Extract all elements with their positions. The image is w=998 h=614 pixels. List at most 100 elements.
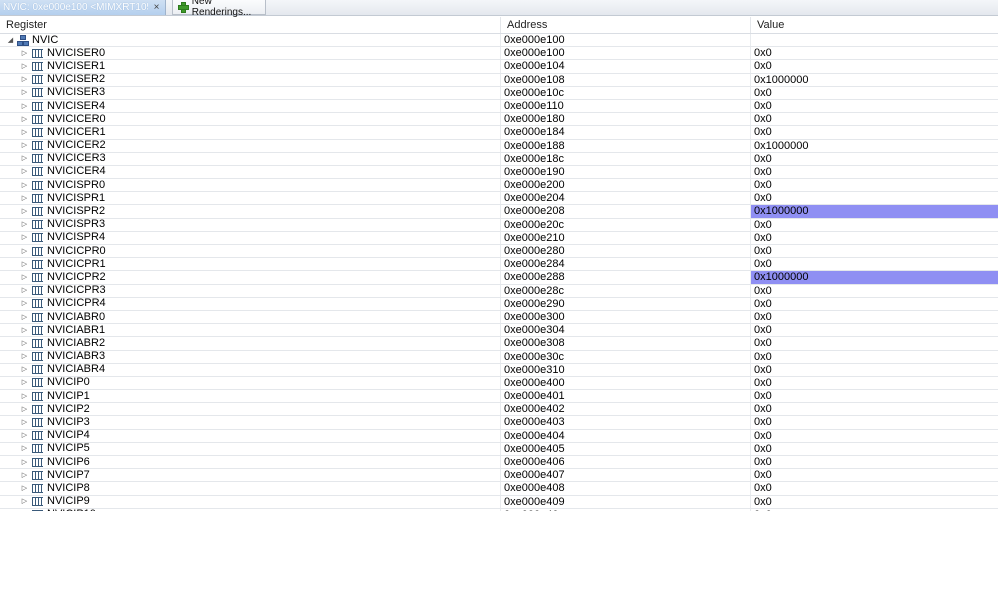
value-cell[interactable]: 0x0	[751, 47, 998, 59]
table-row[interactable]: ▷ NVICIABR0 0xe000e300 0x0	[0, 310, 998, 325]
expand-triangle-icon[interactable]: ▷	[20, 471, 29, 480]
table-row[interactable]: ▷ NVICIP8 0xe000e408 0x0	[0, 482, 998, 496]
value-cell[interactable]: 0x0	[751, 311, 998, 323]
expand-triangle-icon[interactable]: ▷	[20, 247, 29, 256]
expand-triangle-icon[interactable]: ▷	[20, 431, 29, 440]
expand-triangle-icon[interactable]: ▷	[20, 88, 29, 97]
expand-triangle-icon[interactable]: ▷	[20, 405, 29, 414]
value-cell[interactable]: 0x0	[751, 153, 998, 165]
expand-triangle-icon[interactable]: ▷	[20, 299, 29, 308]
table-row[interactable]: ▷ NVICIP1 0xe000e401 0x0	[0, 390, 998, 404]
table-row[interactable]: ▷ NVICICPR3 0xe000e28c 0x0	[0, 284, 998, 298]
value-cell[interactable]: 0x0	[751, 219, 998, 231]
table-row[interactable]: ▷ NVICISER2 0xe000e108 0x1000000	[0, 73, 998, 87]
expand-triangle-icon[interactable]: ▷	[20, 339, 29, 348]
value-cell[interactable]: 0x0	[751, 245, 998, 257]
column-header-register[interactable]: Register	[0, 17, 501, 33]
value-cell[interactable]: 0x0	[751, 496, 998, 508]
expand-triangle-icon[interactable]: ▷	[20, 62, 29, 71]
value-cell[interactable]: 0x0	[751, 377, 998, 389]
value-cell[interactable]: 0x0	[751, 351, 998, 363]
table-row[interactable]: ▷ NVICIABR3 0xe000e30c 0x0	[0, 350, 998, 364]
expand-triangle-icon[interactable]: ▷	[20, 378, 29, 387]
expand-triangle-icon[interactable]: ▷	[20, 365, 29, 374]
value-cell[interactable]: 0x1000000	[751, 74, 998, 86]
value-cell[interactable]: 0x0	[751, 285, 998, 297]
expand-triangle-icon[interactable]: ▷	[20, 444, 29, 453]
collapse-triangle-icon[interactable]: ◢	[6, 36, 15, 45]
table-row[interactable]: ▷ NVICIABR1 0xe000e304 0x0	[0, 324, 998, 338]
expand-triangle-icon[interactable]: ▷	[20, 128, 29, 137]
table-row[interactable]: ▷ NVICIP5 0xe000e405 0x0	[0, 442, 998, 456]
table-row[interactable]: ▷ NVICISER1 0xe000e104 0x0	[0, 60, 998, 74]
expand-triangle-icon[interactable]: ▷	[20, 207, 29, 216]
value-cell[interactable]: 0x0	[751, 192, 998, 204]
expand-triangle-icon[interactable]: ▷	[20, 167, 29, 176]
expand-triangle-icon[interactable]: ▷	[20, 233, 29, 242]
table-row[interactable]: ▷ NVICISER3 0xe000e10c 0x0	[0, 86, 998, 100]
column-header-address[interactable]: Address	[501, 17, 751, 33]
value-cell[interactable]: 0x0	[751, 324, 998, 336]
table-row[interactable]: ▷ NVICISER0 0xe000e100 0x0	[0, 47, 998, 61]
table-row[interactable]: ▷ NVICICER3 0xe000e18c 0x0	[0, 152, 998, 166]
table-row[interactable]: ▷ NVICIP6 0xe000e406 0x0	[0, 456, 998, 470]
expand-triangle-icon[interactable]: ▷	[20, 352, 29, 361]
expand-triangle-icon[interactable]: ▷	[20, 326, 29, 335]
table-row[interactable]: ▷ NVICIABR4 0xe000e310 0x0	[0, 363, 998, 377]
expand-triangle-icon[interactable]: ▷	[20, 273, 29, 282]
column-header-value[interactable]: Value	[751, 17, 998, 33]
expand-triangle-icon[interactable]: ▷	[20, 497, 29, 506]
expand-triangle-icon[interactable]: ▷	[20, 418, 29, 427]
table-row[interactable]: ▷ NVICISPR2 0xe000e208 0x1000000	[0, 205, 998, 219]
expand-triangle-icon[interactable]: ▷	[20, 194, 29, 203]
value-cell[interactable]: 0x0	[751, 364, 998, 376]
expand-triangle-icon[interactable]: ▷	[20, 458, 29, 467]
expand-triangle-icon[interactable]: ▷	[20, 75, 29, 84]
value-cell[interactable]: 0x0	[751, 443, 998, 455]
value-cell[interactable]: 0x0	[751, 482, 998, 494]
table-row[interactable]: ▷ NVICIP9 0xe000e409 0x0	[0, 495, 998, 509]
value-cell[interactable]: 0x0	[751, 416, 998, 428]
table-row[interactable]: ▷ NVICISER4 0xe000e110 0x0	[0, 99, 998, 114]
table-row[interactable]: ▷ NVICICER4 0xe000e190 0x0	[0, 165, 998, 180]
value-cell[interactable]: 0x0	[751, 113, 998, 125]
table-row[interactable]: ▷ NVICICER1 0xe000e184 0x0	[0, 126, 998, 140]
table-row[interactable]: ▷ NVICISPR4 0xe000e210 0x0	[0, 231, 998, 245]
close-icon[interactable]: ×	[151, 2, 162, 13]
value-cell[interactable]: 0x0	[751, 100, 998, 112]
table-row[interactable]: ▷ NVICISPR0 0xe000e200 0x0	[0, 179, 998, 193]
expand-triangle-icon[interactable]: ▷	[20, 154, 29, 163]
peripheral-row-nvic[interactable]: ◢ NVIC 0xe000e100	[0, 34, 998, 48]
expand-triangle-icon[interactable]: ▷	[20, 220, 29, 229]
expand-triangle-icon[interactable]: ▷	[20, 260, 29, 269]
table-row[interactable]: ▷ NVICICPR2 0xe000e288 0x1000000	[0, 271, 998, 285]
value-cell[interactable]: 0x0	[751, 403, 998, 415]
table-row[interactable]: ▷ NVICICER0 0xe000e180 0x0	[0, 113, 998, 127]
table-row[interactable]: ▷ NVICIP2 0xe000e402 0x0	[0, 403, 998, 417]
table-row[interactable]: ▷ NVICIP0 0xe000e400 0x0	[0, 376, 998, 391]
expand-triangle-icon[interactable]: ▷	[20, 49, 29, 58]
table-row[interactable]: ▷ NVICIP4 0xe000e404 0x0	[0, 429, 998, 443]
value-cell[interactable]: 0x1000000	[751, 205, 998, 218]
tab-nvic-rendering[interactable]: NVIC: 0xe000e100 <MIMXRT1052xxxxx> ×	[0, 0, 166, 15]
expand-triangle-icon[interactable]: ▷	[20, 115, 29, 124]
table-row[interactable]: ▷ NVICIP3 0xe000e403 0x0	[0, 416, 998, 430]
value-cell[interactable]: 0x0	[751, 179, 998, 191]
value-cell[interactable]: 0x0	[751, 166, 998, 178]
table-row[interactable]: ▷ NVICISPR3 0xe000e20c 0x0	[0, 218, 998, 232]
value-cell[interactable]: 0x0	[751, 126, 998, 138]
table-row[interactable]: ▷ NVICICPR1 0xe000e284 0x0	[0, 258, 998, 272]
expand-triangle-icon[interactable]: ▷	[20, 286, 29, 295]
value-cell[interactable]: 0x0	[751, 232, 998, 244]
new-renderings-button[interactable]: New Renderings...	[172, 0, 266, 18]
expand-triangle-icon[interactable]: ▷	[20, 392, 29, 401]
value-cell[interactable]: 0x0	[751, 298, 998, 310]
value-cell[interactable]: 0x0	[751, 87, 998, 99]
value-cell[interactable]: 0x0	[751, 469, 998, 481]
expand-triangle-icon[interactable]: ▷	[20, 484, 29, 493]
value-cell[interactable]: 0x0	[751, 390, 998, 402]
value-cell[interactable]: 0x0	[751, 456, 998, 468]
expand-triangle-icon[interactable]: ▷	[20, 313, 29, 322]
expand-triangle-icon[interactable]: ▷	[20, 141, 29, 150]
expand-triangle-icon[interactable]: ▷	[20, 181, 29, 190]
